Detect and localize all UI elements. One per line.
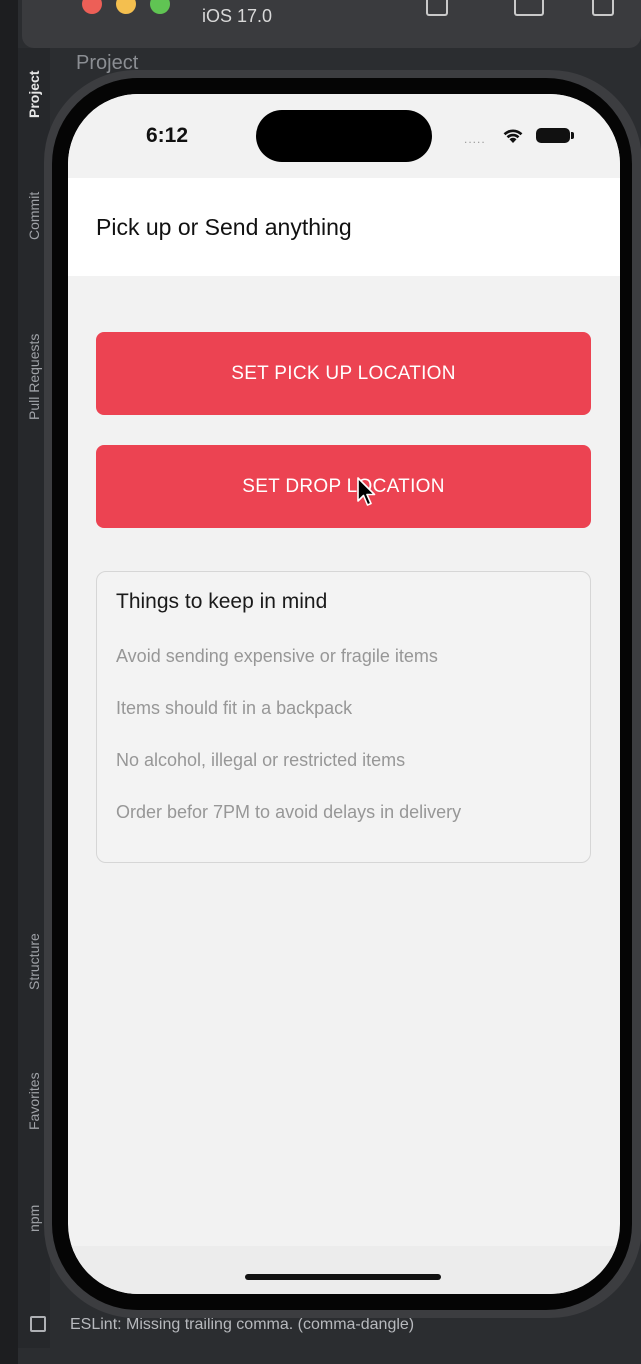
guideline-item: Items should fit in a backpack (116, 698, 353, 718)
simulator-titlebar: iOS 17.0 (22, 0, 641, 48)
home-indicator[interactable] (245, 1274, 441, 1280)
app-header: Pick up or Send anything (68, 178, 620, 276)
card-title: Things to keep in mind (116, 590, 328, 613)
phone-screen: 6:12 ..... Pick up or Send anything SET … (68, 94, 620, 1294)
rotate-icon[interactable] (592, 0, 614, 16)
page-title: Pick up or Send anything (96, 214, 352, 240)
cellular-signal-icon: ..... (464, 132, 486, 146)
ide-tab-favorites[interactable]: Favorites (26, 1072, 42, 1130)
eslint-status: ESLint: Missing trailing comma. (comma-d… (70, 1316, 415, 1333)
screenshot-icon[interactable] (514, 0, 544, 16)
guideline-item: No alcohol, illegal or restricted items (116, 750, 406, 770)
set-pickup-location-button[interactable]: SET PICK UP LOCATION (96, 332, 591, 415)
home-button-icon[interactable] (426, 0, 448, 16)
zoom-window-icon[interactable] (150, 0, 170, 14)
things-to-keep-in-mind-card: Things to keep in mind Avoid sending exp… (96, 571, 591, 863)
battery-icon (536, 128, 574, 143)
mouse-cursor-icon (357, 477, 376, 506)
simulator-title: iOS 17.0 (202, 6, 273, 26)
ide-tab-npm[interactable]: npm (26, 1205, 42, 1232)
ide-tab-commit[interactable]: Commit (26, 192, 42, 240)
dynamic-island (256, 110, 432, 162)
ide-tab-pull-requests[interactable]: Pull Requests (26, 334, 42, 420)
home-indicator-area (68, 1246, 620, 1294)
set-drop-location-button[interactable]: SET DROP LOCATION (96, 445, 591, 528)
guideline-item: Avoid sending expensive or fragile items (116, 646, 438, 666)
guidelines-list: Avoid sending expensive or fragile items… (116, 646, 461, 854)
status-bar: 6:12 ..... (68, 94, 620, 178)
ide-tab-project[interactable]: Project (26, 71, 42, 118)
problems-icon[interactable] (30, 1316, 46, 1332)
wifi-icon (503, 129, 523, 143)
close-window-icon[interactable] (82, 0, 102, 14)
ide-tab-structure[interactable]: Structure (26, 933, 42, 990)
guideline-item: Order befor 7PM to avoid delays in deliv… (116, 802, 462, 822)
minimize-window-icon[interactable] (116, 0, 136, 14)
status-time: 6:12 (146, 124, 189, 147)
